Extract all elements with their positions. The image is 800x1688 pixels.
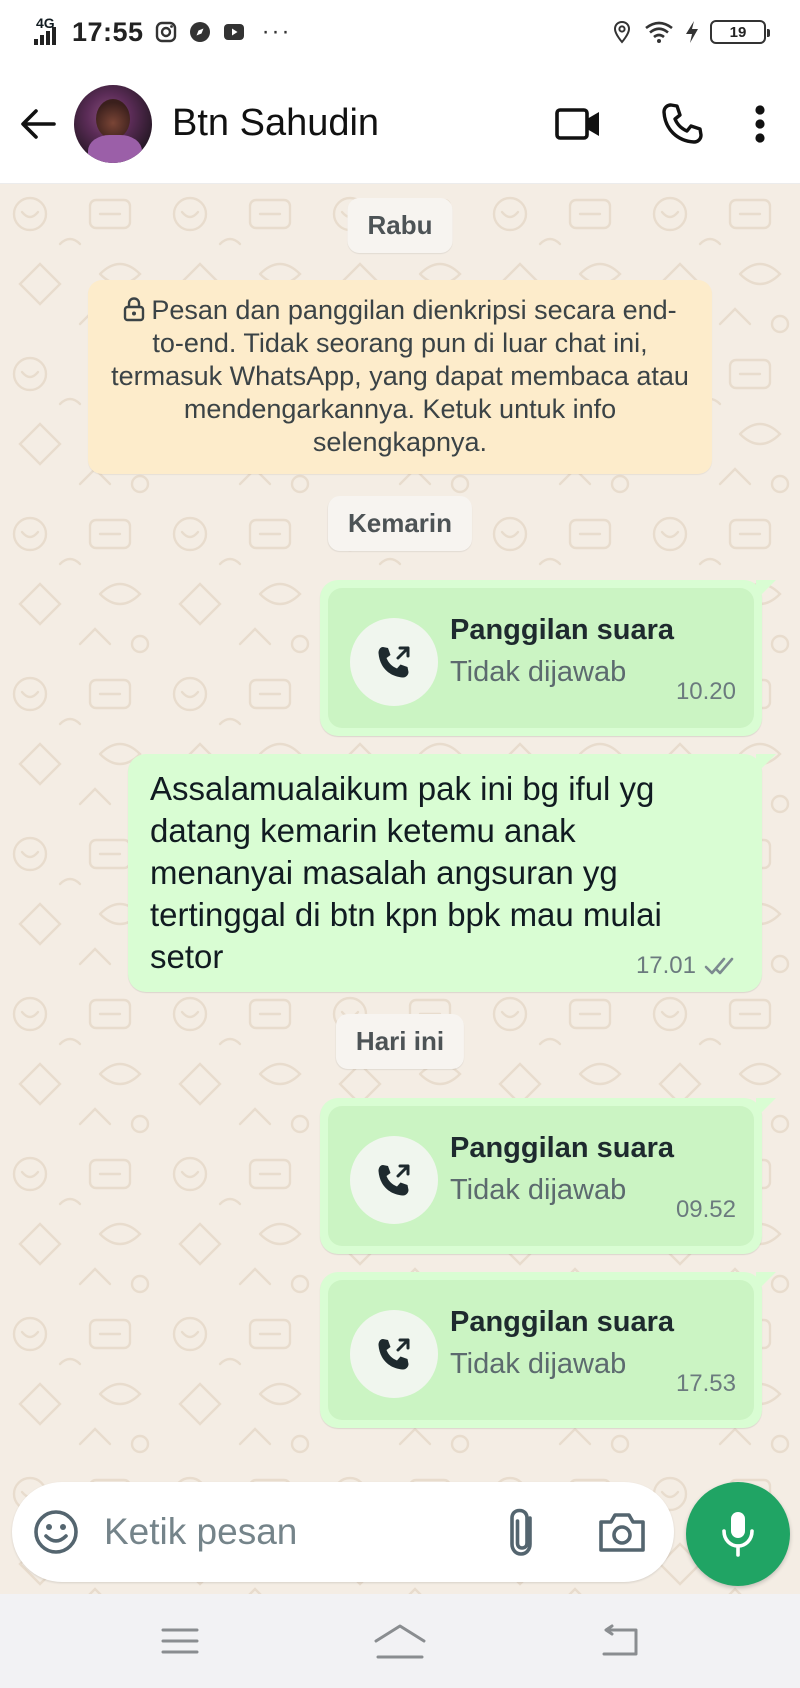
more-vertical-icon	[755, 104, 765, 143]
call-card: Panggilan suara Tidak dijawab 10.20	[328, 588, 754, 728]
date-chip-rabu: Rabu	[347, 198, 453, 253]
youtube-icon	[223, 24, 244, 40]
message-composer	[12, 1482, 674, 1582]
more-notifications-icon: ···	[261, 18, 292, 45]
recent-apps-button[interactable]	[140, 1611, 220, 1671]
call-message[interactable]: Panggilan suara Tidak dijawab 09.52	[320, 1098, 776, 1254]
encryption-notice-text: Pesan dan panggilan dienkripsi secara en…	[111, 295, 689, 457]
outgoing-call-icon	[350, 1310, 438, 1398]
call-title: Panggilan suara	[450, 1132, 675, 1164]
location-icon	[613, 20, 631, 44]
more-options-button[interactable]	[730, 84, 790, 164]
call-message[interactable]: Panggilan suara Tidak dijawab 17.53	[320, 1272, 776, 1428]
date-chip-hari-ini: Hari ini	[335, 1014, 465, 1069]
outgoing-call-icon	[350, 1136, 438, 1224]
encryption-notice[interactable]: Pesan dan panggilan dienkripsi secara en…	[88, 280, 712, 474]
wifi-icon	[645, 21, 673, 43]
chat-header: Btn Sahudin	[0, 64, 800, 184]
voice-record-button[interactable]	[686, 1482, 790, 1586]
signal-icon: 4G	[34, 15, 62, 47]
compass-icon	[189, 22, 210, 42]
back-icon	[602, 1624, 638, 1656]
lock-icon	[124, 297, 145, 322]
bubble-tail	[756, 1272, 776, 1292]
attach-button[interactable]	[500, 1506, 548, 1560]
status-bar: 4G 17:55 ··· 19	[0, 0, 800, 64]
call-time: 17.53	[675, 1370, 736, 1397]
chat-area[interactable]: Rabu Pesan dan panggilan dienkripsi seca…	[0, 184, 800, 1594]
emoji-icon	[34, 1510, 78, 1554]
call-time: 10.20	[675, 678, 736, 705]
emoji-button[interactable]	[32, 1508, 80, 1556]
paperclip-icon	[510, 1508, 532, 1556]
call-title: Panggilan suara	[450, 1306, 675, 1338]
date-chip-kemarin: Kemarin	[327, 496, 473, 551]
video-call-button[interactable]	[538, 84, 618, 164]
arrow-left-icon	[21, 108, 56, 139]
status-time: 17:55	[72, 16, 144, 47]
bubble-tail	[756, 580, 776, 600]
battery-indicator: 19	[710, 20, 770, 44]
call-status: Tidak dijawab	[450, 1348, 627, 1380]
text-message[interactable]: Assalamualaikum pak ini bg iful yg datan…	[128, 754, 776, 992]
call-status: Tidak dijawab	[450, 656, 627, 688]
system-navigation-bar	[0, 1594, 800, 1688]
contact-name[interactable]: Btn Sahudin	[172, 102, 538, 145]
battery-level: 19	[729, 23, 747, 41]
charging-icon	[686, 21, 698, 43]
call-message[interactable]: Panggilan suara Tidak dijawab 10.20	[320, 580, 776, 736]
instagram-icon	[155, 21, 176, 43]
microphone-icon	[722, 1512, 754, 1557]
double-check-icon	[704, 957, 734, 975]
call-status: Tidak dijawab	[450, 1174, 627, 1206]
status-left: 4G 17:55 ···	[34, 15, 292, 48]
home-icon	[374, 1624, 426, 1659]
message-meta: 17.01	[636, 952, 742, 980]
call-time: 09.52	[675, 1196, 736, 1223]
outgoing-call-icon	[350, 618, 438, 706]
message-input[interactable]	[104, 1504, 454, 1560]
bubble-tail	[756, 1098, 776, 1118]
back-button[interactable]	[2, 88, 74, 160]
status-right: 19	[610, 20, 770, 44]
home-button[interactable]	[360, 1611, 440, 1671]
video-camera-icon	[555, 107, 599, 140]
camera-button[interactable]	[596, 1508, 648, 1556]
call-title: Panggilan suara	[450, 614, 675, 646]
message-time: 17.01	[635, 952, 696, 979]
message-text: Assalamualaikum pak ini bg iful yg datan…	[150, 770, 662, 975]
bubble-tail	[756, 754, 776, 774]
menu-icon	[161, 1628, 199, 1654]
composer-bar	[0, 1470, 800, 1594]
phone-icon	[662, 102, 703, 144]
camera-icon	[599, 1513, 645, 1552]
voice-call-button[interactable]	[642, 84, 722, 164]
call-card: Panggilan suara Tidak dijawab 17.53	[328, 1280, 754, 1420]
contact-avatar[interactable]	[74, 84, 152, 163]
call-card: Panggilan suara Tidak dijawab 09.52	[328, 1106, 754, 1246]
back-nav-button[interactable]	[580, 1611, 660, 1671]
